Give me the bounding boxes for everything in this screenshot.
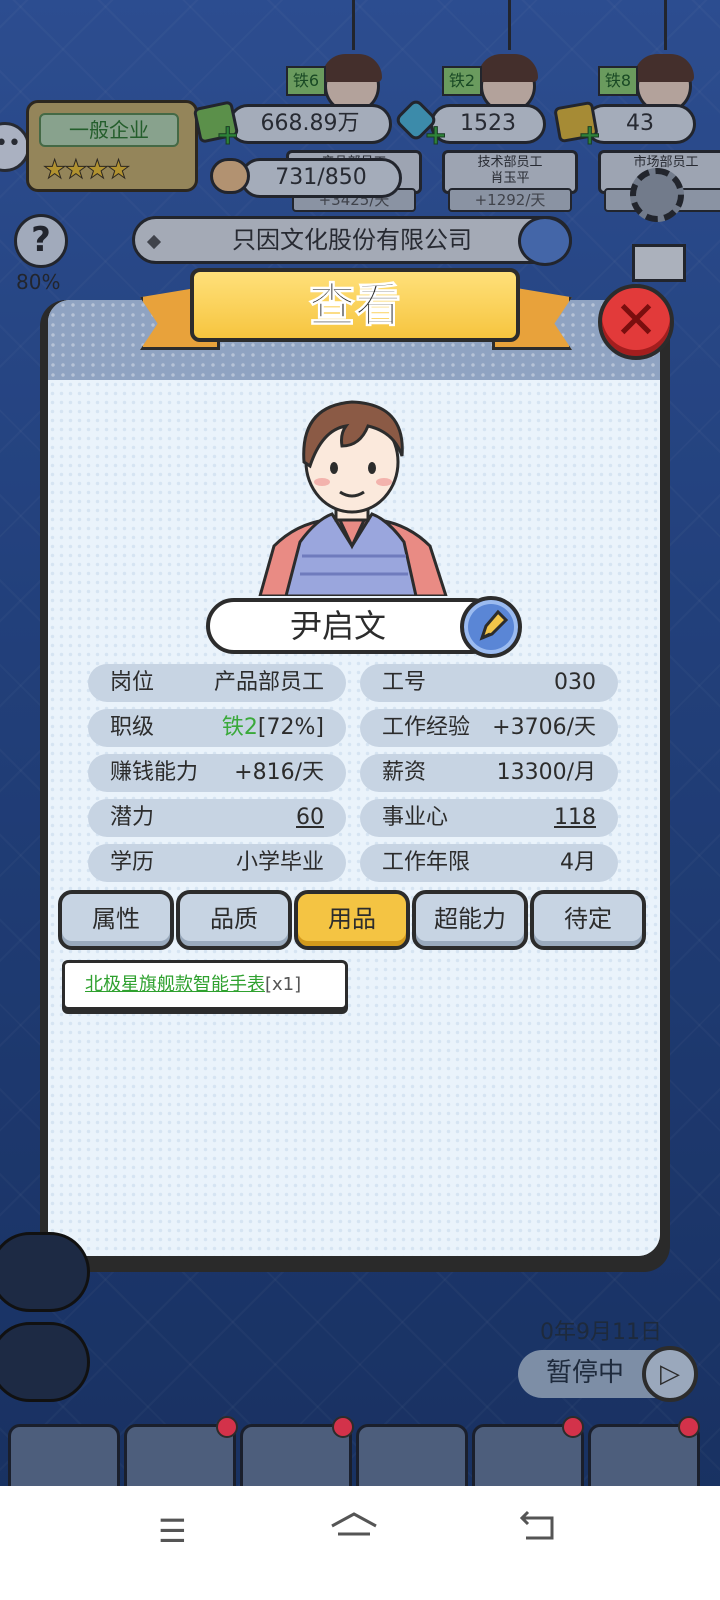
map-button[interactable] <box>0 1322 90 1402</box>
game-date: 0年9月11日 <box>540 1320 662 1345</box>
info-value: 13300/月 <box>496 760 596 785</box>
info-potential: 潜力 60 <box>88 799 346 837</box>
employee-avatar <box>258 400 448 596</box>
info-value: 铁2[72%] <box>222 709 324 747</box>
info-label: 工作经验 <box>382 715 471 740</box>
info-employee-id: 工号 030 <box>360 664 618 702</box>
info-label: 工号 <box>382 670 427 695</box>
book-button[interactable] <box>0 1232 90 1312</box>
employee-name-field: 尹启文 <box>206 598 500 654</box>
tab-attributes[interactable]: 属性 <box>58 890 174 950</box>
back-icon[interactable] <box>518 1510 558 1546</box>
info-value: 030 <box>554 670 596 695</box>
tab-superpower[interactable]: 超能力 <box>412 890 528 950</box>
info-label: 薪资 <box>382 760 427 785</box>
info-value: 产品部员工 <box>213 670 324 695</box>
info-salary: 薪资 13300/月 <box>360 754 618 792</box>
tab-pending[interactable]: 待定 <box>530 890 646 950</box>
play-icon[interactable]: ▷ <box>642 1346 698 1402</box>
info-label: 职级 <box>110 715 155 740</box>
info-label: 事业心 <box>382 805 449 830</box>
notification-dot <box>562 1416 584 1438</box>
info-label: 潜力 <box>110 805 155 830</box>
tab-supplies[interactable]: 用品 <box>294 890 410 950</box>
supply-item-qty: [x1] <box>265 974 302 995</box>
employee-name: 尹启文 <box>289 607 386 645</box>
info-earning: 赚钱能力 +816/天 <box>88 754 346 792</box>
notification-dot <box>332 1416 354 1438</box>
level-rank: 铁2 <box>221 715 258 740</box>
info-education: 学历 小学毕业 <box>88 844 346 882</box>
pencil-icon <box>479 609 509 641</box>
close-button[interactable]: ✕ <box>598 284 674 360</box>
supply-item-name[interactable]: 北极星旗舰款智能手表 <box>85 974 265 995</box>
menu-icon[interactable]: ☰ <box>158 1512 187 1550</box>
info-label: 学历 <box>110 850 155 875</box>
info-label: 岗位 <box>110 670 155 695</box>
info-label: 赚钱能力 <box>110 760 199 785</box>
modal-title: 查看 <box>309 278 402 333</box>
info-ambition: 事业心 118 <box>360 799 618 837</box>
info-experience: 工作经验 +3706/天 <box>360 709 618 747</box>
modal-title-banner: 查看 <box>190 268 520 342</box>
info-value: +816/天 <box>234 760 324 785</box>
info-value: +3706/天 <box>492 715 596 740</box>
edit-name-button[interactable] <box>460 596 522 658</box>
level-progress: [72%] <box>257 715 324 740</box>
notification-dot <box>216 1416 238 1438</box>
info-level: 职级 铁2[72%] <box>88 709 346 747</box>
notification-dot <box>678 1416 700 1438</box>
info-position: 岗位 产品部员工 <box>88 664 346 702</box>
home-icon[interactable] <box>328 1510 380 1546</box>
tab-quality[interactable]: 品质 <box>176 890 292 950</box>
info-value: 4月 <box>560 850 596 875</box>
info-value: 小学毕业 <box>235 850 324 875</box>
info-tenure: 工作年限 4月 <box>360 844 618 882</box>
ambition-value-link[interactable]: 118 <box>554 799 596 837</box>
potential-value-link[interactable]: 60 <box>296 799 324 837</box>
supply-item[interactable]: 北极星旗舰款智能手表[x1] <box>62 960 348 1010</box>
info-label: 工作年限 <box>382 850 471 875</box>
